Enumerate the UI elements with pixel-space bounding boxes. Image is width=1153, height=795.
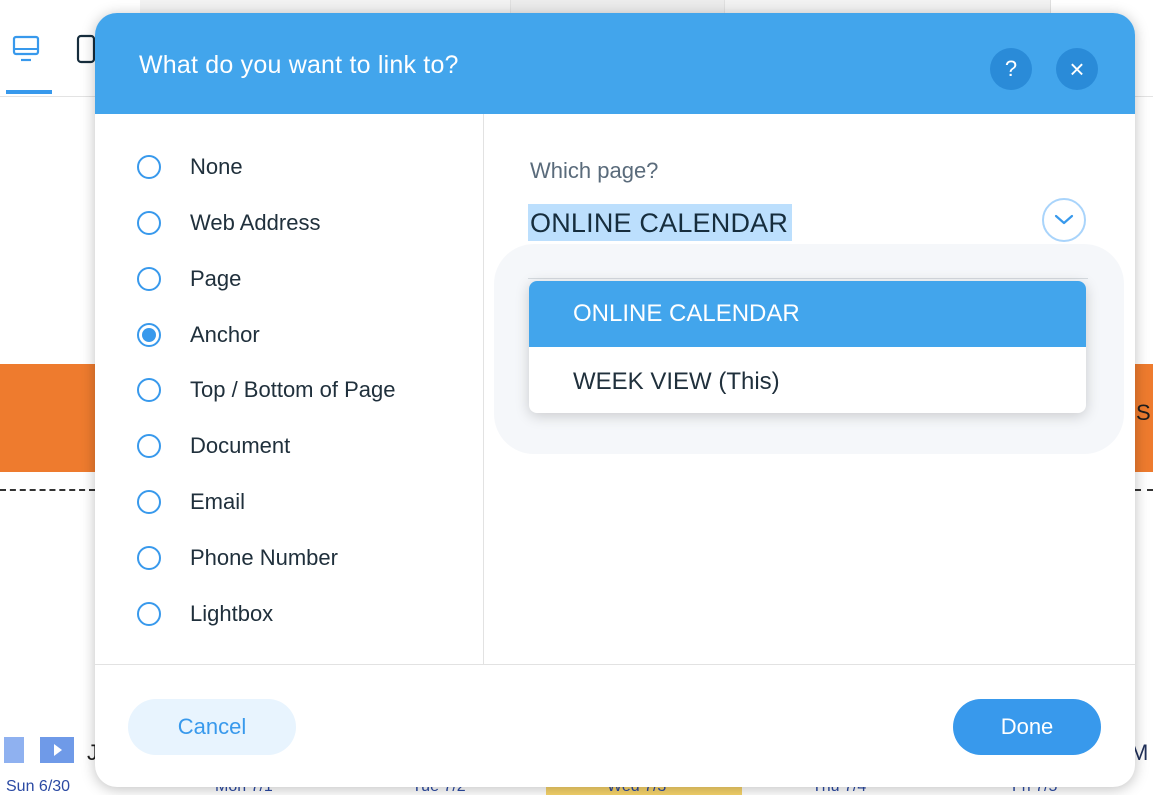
link-type-none[interactable]: None <box>137 150 243 184</box>
close-button[interactable]: × <box>1056 48 1098 90</box>
link-type-web-address[interactable]: Web Address <box>137 206 320 240</box>
dropdown-option-week-view[interactable]: WEEK VIEW (This) <box>529 347 1086 413</box>
dashed-divider <box>1135 489 1153 491</box>
link-type-label: Anchor <box>190 322 260 347</box>
done-button[interactable]: Done <box>953 699 1101 755</box>
page-select-toggle[interactable] <box>1042 198 1086 242</box>
link-type-label: Document <box>190 433 291 458</box>
link-type-label: Phone Number <box>190 545 338 570</box>
radio-button[interactable] <box>137 378 161 402</box>
dropdown-option-online-calendar[interactable]: ONLINE CALENDAR <box>529 281 1086 347</box>
link-type-label: Lightbox <box>190 601 274 626</box>
top-bar-segment <box>511 0 725 14</box>
link-type-label: Web Address <box>190 210 321 235</box>
chevron-down-icon <box>1054 214 1074 225</box>
link-type-anchor[interactable]: Anchor <box>137 318 260 352</box>
play-icon <box>54 744 62 756</box>
help-icon: ? <box>1004 56 1018 81</box>
page-select-panel: Which page? ONLINE CALENDAR ONLINE CALEN… <box>484 114 1135 664</box>
link-type-label: None <box>190 154 243 179</box>
top-bar-segment <box>725 0 1051 14</box>
radio-button[interactable] <box>137 434 161 458</box>
select-underline <box>528 278 1088 279</box>
link-dialog: What do you want to link to? ? × None We… <box>95 13 1135 787</box>
link-type-list: None Web Address Page Anchor Top / Botto… <box>95 114 484 664</box>
link-type-label: Email <box>190 489 246 514</box>
radio-button[interactable] <box>137 211 161 235</box>
link-type-label: Top / Bottom of Page <box>190 377 396 402</box>
which-page-label: Which page? <box>530 158 659 183</box>
link-type-document[interactable]: Document <box>137 429 290 463</box>
radio-button[interactable] <box>137 490 161 514</box>
top-bar-segment <box>140 0 511 14</box>
link-type-page[interactable]: Page <box>137 262 241 296</box>
link-type-phone[interactable]: Phone Number <box>137 541 338 575</box>
link-type-lightbox[interactable]: Lightbox <box>137 597 273 631</box>
active-view-underline <box>6 90 52 94</box>
desktop-icon[interactable] <box>12 34 40 64</box>
tablet-icon[interactable] <box>76 34 96 64</box>
calendar-nav-next[interactable] <box>40 737 74 763</box>
link-type-email[interactable]: Email <box>137 485 245 519</box>
radio-button[interactable] <box>137 546 161 570</box>
link-type-label: Page <box>190 266 242 291</box>
calendar-nav-prev[interactable] <box>4 737 24 763</box>
radio-button[interactable] <box>137 155 161 179</box>
help-button[interactable]: ? <box>990 48 1032 90</box>
partial-text: S <box>1136 400 1151 425</box>
page-select-value[interactable]: ONLINE CALENDAR <box>528 204 793 241</box>
page-dropdown-list: ONLINE CALENDAR WEEK VIEW (This) <box>529 281 1086 413</box>
dialog-title: What do you want to link to? <box>139 51 459 79</box>
calendar-day: Sun 6/30 <box>6 778 71 795</box>
cancel-button[interactable]: Cancel <box>128 699 296 755</box>
close-icon: × <box>1069 54 1085 84</box>
radio-button[interactable] <box>137 602 161 626</box>
radio-button-checked[interactable] <box>137 323 161 347</box>
dialog-header: What do you want to link to? ? × <box>95 13 1135 114</box>
radio-button[interactable] <box>137 267 161 291</box>
orange-band-left <box>0 364 95 472</box>
link-type-top-bottom[interactable]: Top / Bottom of Page <box>137 373 395 407</box>
dashed-divider <box>0 489 95 491</box>
footer-divider <box>95 664 1135 665</box>
